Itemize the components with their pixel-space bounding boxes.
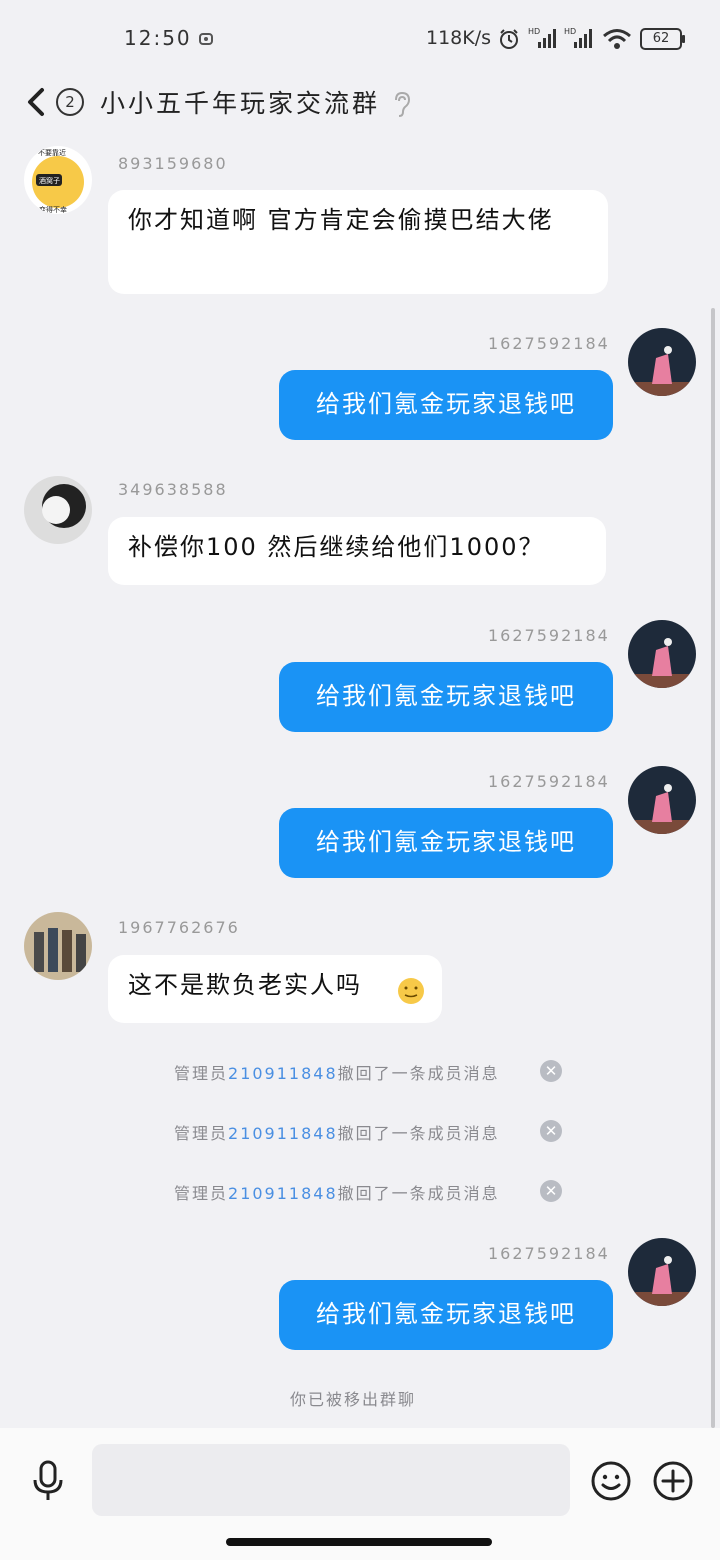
svg-text:HD: HD bbox=[564, 27, 576, 36]
avatar-emoji-icon: 不要靠近 酒窝子 会变得不幸 bbox=[32, 148, 84, 214]
plus-icon[interactable] bbox=[652, 1460, 694, 1502]
message-bubble[interactable]: 补偿你100 然后继续给他们1000？ bbox=[108, 517, 606, 585]
sender-name: 1627592184 bbox=[488, 772, 610, 791]
message-text: 这不是欺负老实人吗 bbox=[128, 971, 362, 999]
battery-icon: 62 bbox=[640, 28, 686, 50]
avatar[interactable]: 不要靠近 酒窝子 会变得不幸 bbox=[24, 146, 92, 214]
battery-level: 62 bbox=[640, 28, 682, 50]
avatar-text-bot: 会变得不幸 bbox=[32, 205, 67, 214]
emoji-face-icon bbox=[398, 978, 424, 1004]
system-notice: 管理员210911848撤回了一条成员消息 bbox=[174, 1124, 500, 1143]
message-bubble[interactable]: 给我们氪金玩家退钱吧 bbox=[279, 370, 613, 440]
unread-badge[interactable]: 2 bbox=[56, 88, 84, 116]
message-bubble[interactable]: 你才知道啊 官方肯定会偷摸巴结大佬 bbox=[108, 190, 608, 294]
admin-uid-link[interactable]: 210911848 bbox=[228, 1184, 338, 1203]
svg-text:HD: HD bbox=[528, 27, 540, 36]
my-avatar[interactable] bbox=[628, 766, 696, 834]
sender-name: 1627592184 bbox=[488, 334, 610, 353]
my-avatar[interactable] bbox=[628, 620, 696, 688]
net-speed: 118K/s bbox=[426, 27, 492, 49]
removed-notice: 你已被移出群聊 bbox=[290, 1390, 417, 1409]
close-icon[interactable]: ✕ bbox=[540, 1120, 562, 1142]
my-avatar[interactable] bbox=[628, 1238, 696, 1306]
page-title: 小小五千年玩家交流群 bbox=[100, 89, 381, 118]
emoji-icon[interactable] bbox=[590, 1460, 632, 1502]
system-notice: 管理员210911848撤回了一条成员消息 bbox=[174, 1064, 500, 1083]
ear-icon[interactable] bbox=[390, 90, 412, 118]
avatar-text-top: 不要靠近 bbox=[38, 148, 66, 157]
message-bubble[interactable]: 给我们氪金玩家退钱吧 bbox=[279, 808, 613, 878]
sender-name: 1967762676 bbox=[118, 918, 240, 937]
sender-name: 1627592184 bbox=[488, 626, 610, 645]
system-notice: 管理员210911848撤回了一条成员消息 bbox=[174, 1184, 500, 1203]
message-bubble[interactable]: 这不是欺负老实人吗 bbox=[108, 955, 442, 1023]
alarm-icon bbox=[500, 29, 518, 49]
sender-name: 893159680 bbox=[118, 154, 228, 173]
my-avatar[interactable] bbox=[628, 328, 696, 396]
avatar-text-mid: 酒窝子 bbox=[39, 176, 60, 185]
avatar[interactable] bbox=[24, 912, 92, 980]
admin-uid-link[interactable]: 210911848 bbox=[228, 1124, 338, 1143]
sender-name: 349638588 bbox=[118, 480, 228, 499]
mic-icon[interactable] bbox=[30, 1460, 66, 1502]
message-bubble[interactable]: 给我们氪金玩家退钱吧 bbox=[279, 662, 613, 732]
home-indicator[interactable] bbox=[226, 1538, 492, 1546]
status-time: 12:50 bbox=[124, 26, 192, 50]
admin-uid-link[interactable]: 210911848 bbox=[228, 1064, 338, 1083]
close-icon[interactable]: ✕ bbox=[540, 1180, 562, 1202]
sender-name: 1627592184 bbox=[488, 1244, 610, 1263]
back-icon[interactable] bbox=[24, 84, 50, 120]
scrollbar[interactable] bbox=[711, 308, 715, 1428]
message-input[interactable] bbox=[92, 1444, 570, 1516]
avatar[interactable] bbox=[24, 476, 92, 544]
notification-icon bbox=[199, 33, 213, 45]
close-icon[interactable]: ✕ bbox=[540, 1060, 562, 1082]
wifi-icon bbox=[603, 29, 631, 49]
signal-icon-2: HD bbox=[564, 27, 592, 48]
message-bubble[interactable]: 给我们氪金玩家退钱吧 bbox=[279, 1280, 613, 1350]
signal-icon: HD bbox=[528, 27, 556, 48]
